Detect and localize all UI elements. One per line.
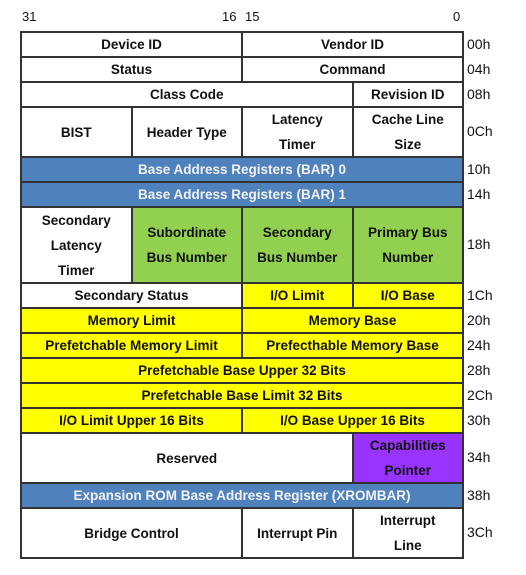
offset-label: 20h: [467, 311, 491, 328]
register-field-vendor-id: Vendor ID: [242, 32, 463, 57]
register-field-device-id: Device ID: [21, 32, 242, 57]
register-field-status: Status: [21, 57, 242, 82]
offset-label: 00h: [467, 35, 491, 52]
offset-label: 38h: [467, 486, 491, 503]
register-field-base-address-registers-bar-1: Base Address Registers (BAR) 1: [21, 182, 463, 207]
offset-label: 0Ch: [467, 123, 493, 139]
register-field-prefetchable-base-upper-32-bits: Prefetchable Base Upper 32 Bits: [21, 358, 463, 383]
register-field-revision-id: Revision ID: [352, 82, 463, 107]
offset-label: 24h: [467, 336, 491, 353]
offset-label: 1Ch: [467, 286, 493, 303]
register-field-prefetchable-memory-limit: Prefetchable Memory Limit: [21, 333, 242, 358]
register-field-expansion-rom-base-address-register-xrombar: Expansion ROM Base Address Register (XRO…: [21, 483, 463, 508]
register-field-memory-limit: Memory Limit: [21, 308, 242, 333]
offset-label: 10h: [467, 160, 491, 177]
register-field-bridge-control: Bridge Control: [21, 508, 242, 558]
offset-label: 30h: [467, 411, 491, 428]
register-field-secondary-status: Secondary Status: [21, 283, 242, 308]
register-field-prefecthable-memory-base: Prefecthable Memory Base: [242, 333, 463, 358]
offset-label: 18h: [467, 236, 491, 252]
register-field-reserved: Reserved: [21, 433, 353, 483]
offset-label: 3Ch: [467, 524, 493, 540]
bit-0-label: 0: [453, 9, 461, 24]
register-field-primary-bus-number: Primary Bus Number: [352, 207, 463, 283]
config-header-register-map: Device ID Vendor ID Status Command Class Cod…: [20, 31, 464, 559]
register-field-interrupt-line: Interrupt Line: [352, 508, 463, 558]
register-field-memory-base: Memory Base: [242, 308, 463, 333]
bit-31-label: 31: [22, 9, 37, 24]
register-field-interrupt-pin: Interrupt Pin: [242, 508, 353, 558]
bit-16-label: 16: [222, 9, 237, 24]
register-field-secondary-bus-number: Secondary Bus Number: [242, 207, 353, 283]
register-field-subordinate-bus-number: Subordinate Bus Number: [131, 207, 242, 283]
bit-15-label: 15: [245, 9, 260, 24]
offset-label: 28h: [467, 361, 491, 378]
register-field-i-o-limit-upper-16-bits: I/O Limit Upper 16 Bits: [21, 408, 242, 433]
register-field-class-code: Class Code: [21, 82, 353, 107]
register-field-cache-line-size: Cache Line Size: [352, 107, 463, 157]
register-field-command: Command: [242, 57, 463, 82]
register-field-prefetchable-base-limit-32-bits: Prefetchable Base Limit 32 Bits: [21, 383, 463, 408]
register-field-i-o-base: I/O Base: [352, 283, 463, 308]
register-field-latency-timer: Latency Timer: [242, 107, 353, 157]
register-field-i-o-base-upper-16-bits: I/O Base Upper 16 Bits: [242, 408, 463, 433]
register-field-i-o-limit: I/O Limit: [242, 283, 353, 308]
register-field-secondary-latency-timer: Secondary Latency Timer: [21, 207, 132, 283]
register-field-base-address-registers-bar-0: Base Address Registers (BAR) 0: [21, 157, 463, 182]
offset-label: 08h: [467, 85, 491, 102]
register-field-bist: BIST: [21, 107, 132, 157]
offset-label: 34h: [467, 449, 491, 465]
offset-label: 04h: [467, 60, 491, 77]
register-field-capabilities-pointer: Capabilities Pointer: [352, 433, 463, 483]
offset-label: 14h: [467, 185, 491, 202]
offset-label: 2Ch: [467, 386, 493, 403]
register-field-header-type: Header Type: [131, 107, 242, 157]
